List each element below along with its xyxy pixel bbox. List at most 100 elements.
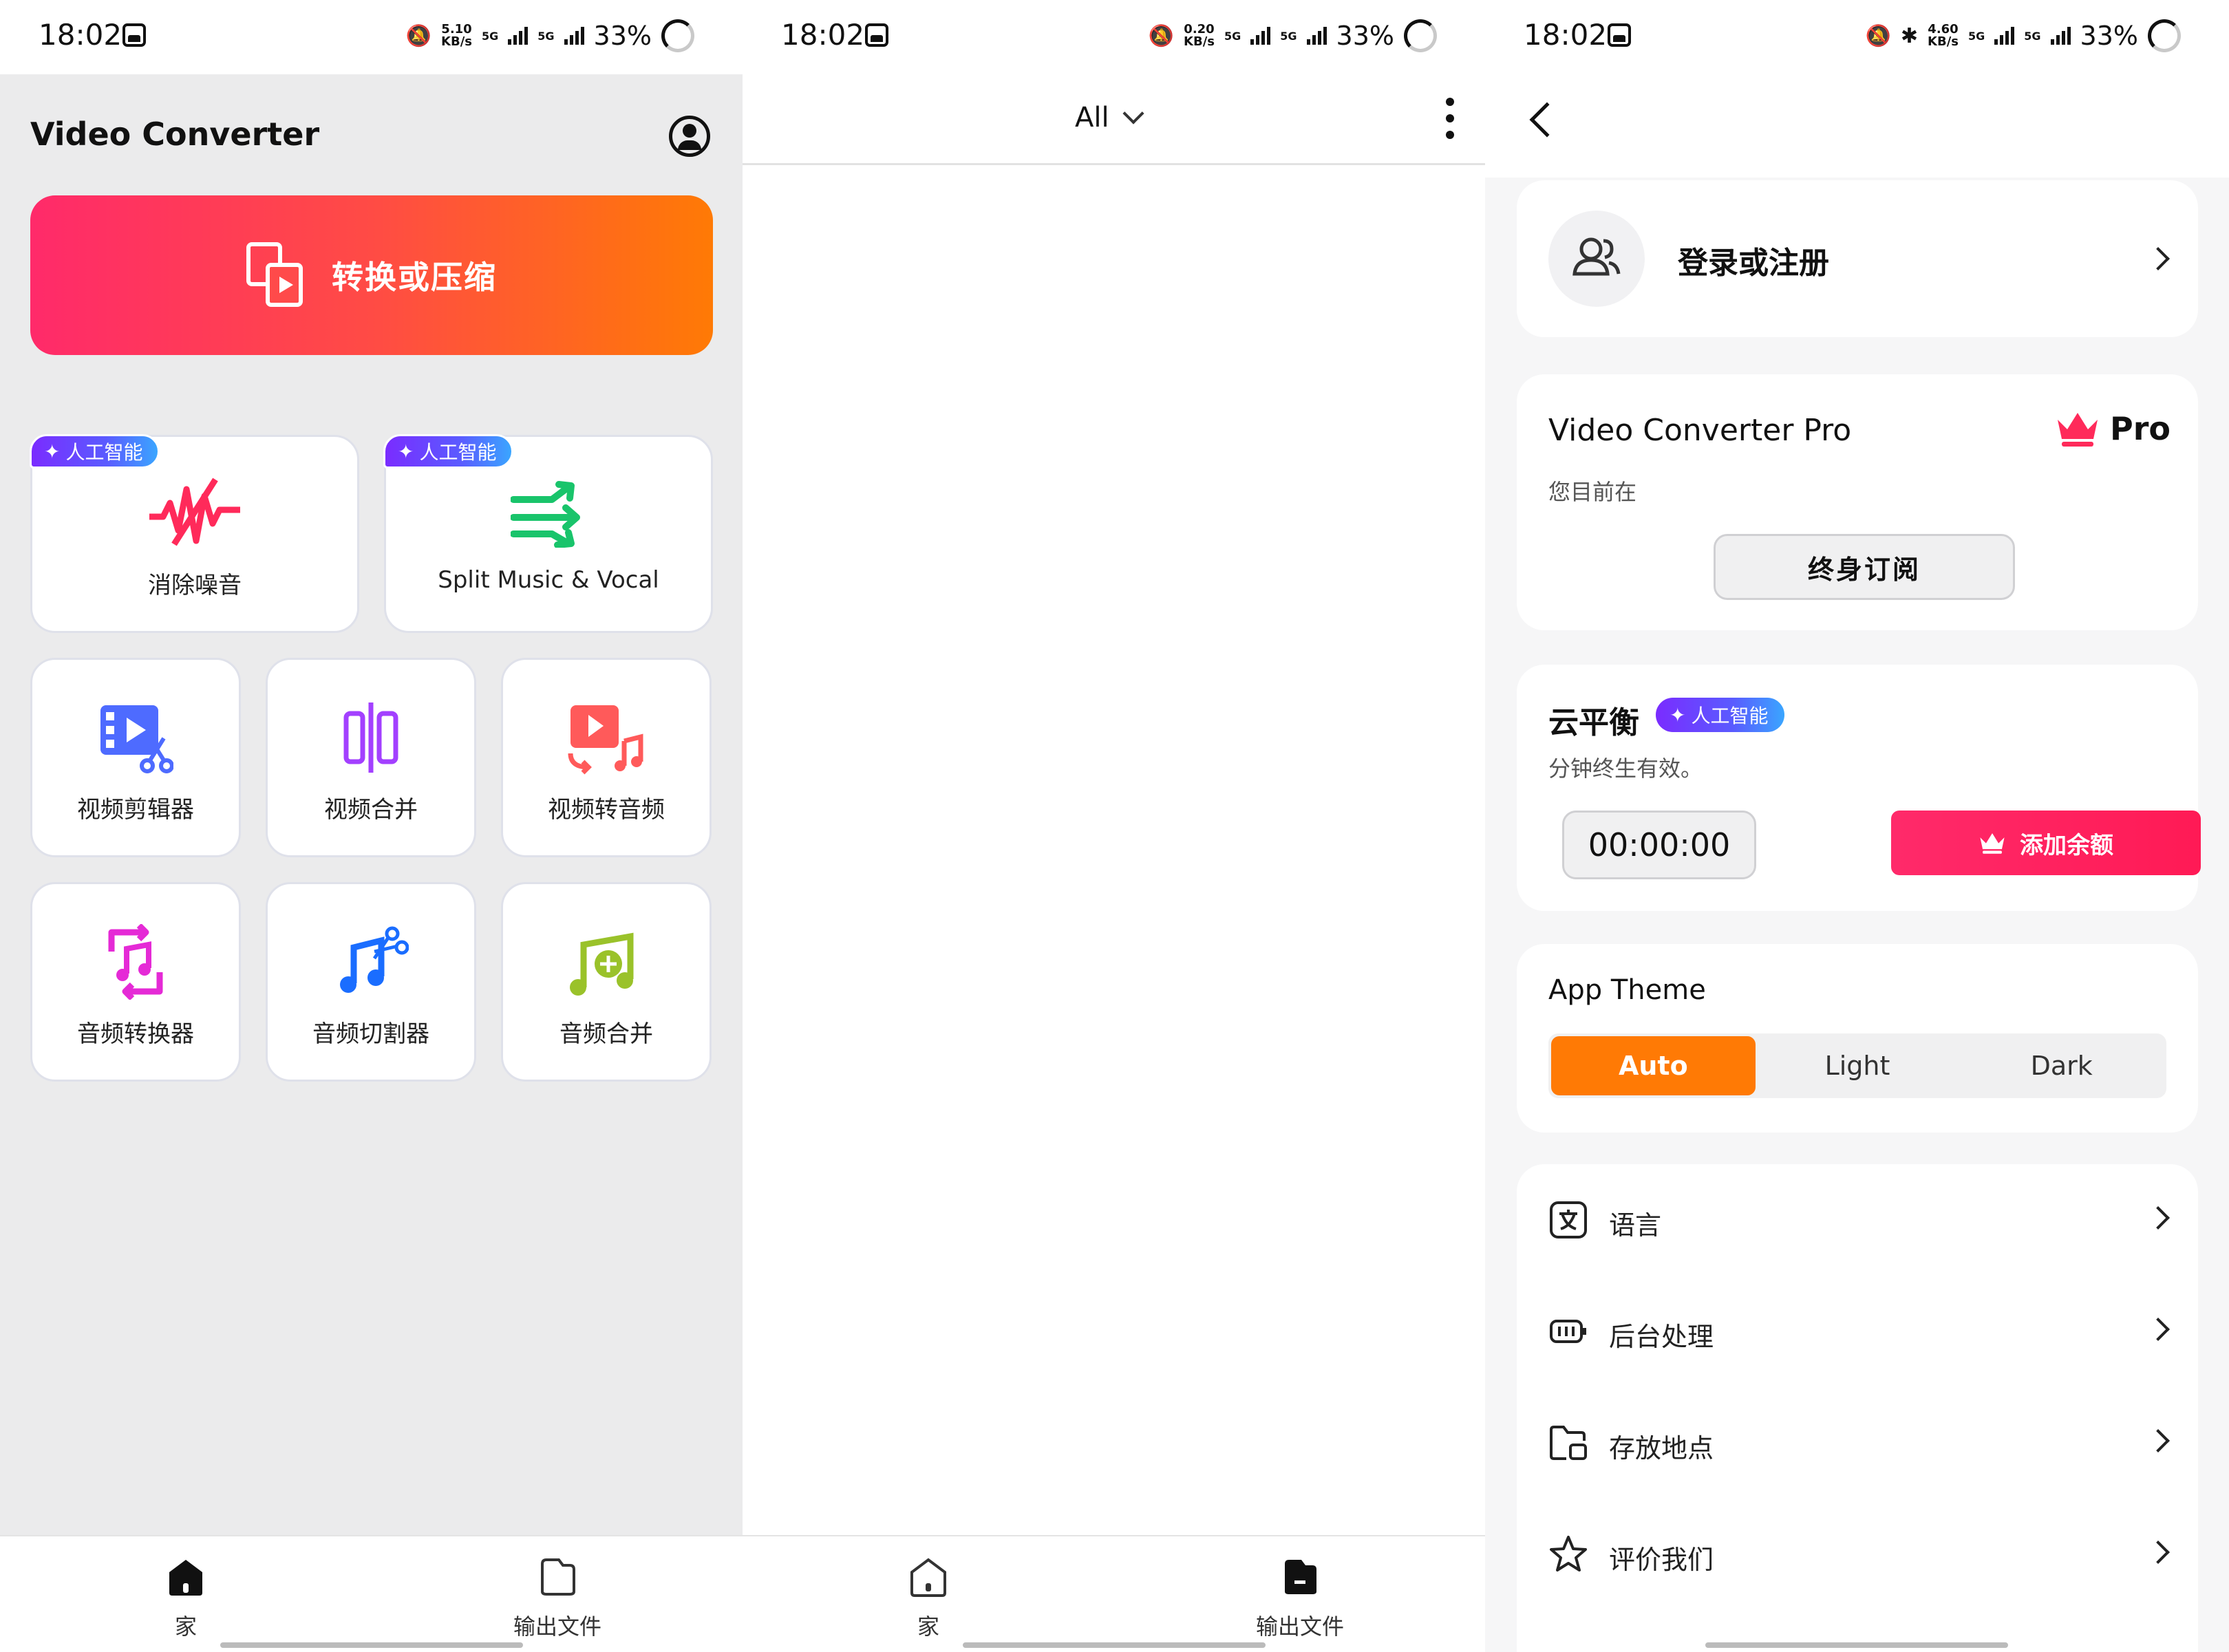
add-balance-button[interactable]: 添加余额 (1891, 811, 2201, 875)
video-to-audio-icon (565, 700, 648, 775)
menu-language[interactable]: 语言 (1517, 1164, 2198, 1276)
audio-converter-icon (98, 924, 173, 1000)
login-card[interactable]: 登录或注册 (1517, 180, 2198, 337)
menu-storage-location[interactable]: 存放地点 (1517, 1387, 2198, 1499)
gallery-notification-icon (122, 23, 146, 47)
home-screen: 18:02 🔕 5.10 KB/s 5G 5G 33% Video Convert… (0, 0, 743, 1652)
gesture-bar (1705, 1642, 2008, 1648)
battery-level: 33% (593, 21, 652, 51)
tool-split-music-vocal[interactable]: ✦ 人工智能 Split Music & Vocal (383, 434, 713, 633)
battery-ring-icon (1404, 19, 1437, 52)
gesture-bar (963, 1642, 1266, 1648)
tool-video-to-audio-label: 视频转音频 (548, 796, 665, 824)
pro-badge: Pro (2055, 409, 2171, 449)
nav-output[interactable]: 输出文件 (1197, 1557, 1403, 1641)
signal-icon (508, 27, 529, 45)
folder-icon (1550, 1426, 1587, 1460)
nav-output-label: 输出文件 (513, 1613, 601, 1640)
nav-home[interactable]: 家 (825, 1557, 1032, 1641)
filter-label: All (1075, 102, 1109, 133)
bottom-nav: 家 输出文件 (743, 1535, 1485, 1652)
tool-audio-merge[interactable]: 音频合并 (501, 882, 712, 1082)
signal-icon-2 (564, 27, 584, 45)
convert-icon (246, 242, 306, 308)
user-avatar-icon (1548, 211, 1645, 307)
settings-header (1485, 74, 2229, 178)
nav-home[interactable]: 家 (83, 1557, 289, 1641)
tool-split-label: Split Music & Vocal (438, 566, 659, 594)
crown-icon (2057, 413, 2098, 447)
tool-audio-merge-label: 音频合并 (559, 1020, 653, 1048)
network-speed: 4.60 KB/s (1928, 22, 1959, 49)
more-options-icon[interactable] (1444, 98, 1455, 139)
network-type-2: 5G (537, 29, 555, 43)
tool-video-editor-label: 视频剪辑器 (77, 796, 194, 824)
nav-output-label: 输出文件 (1255, 1613, 1344, 1640)
app-title: Video Converter (30, 116, 320, 153)
nav-output[interactable]: 输出文件 (454, 1557, 661, 1641)
chevron-right-icon (2146, 1318, 2170, 1341)
tool-denoise[interactable]: ✦ 人工智能 消除噪音 (30, 434, 359, 633)
menu-rate-label: 评价我们 (1609, 1545, 1714, 1575)
gallery-notification-icon (1608, 23, 1631, 47)
filter-bar: All (743, 74, 1485, 165)
menu-language-label: 语言 (1609, 1210, 1662, 1241)
gesture-bar (220, 1642, 523, 1648)
output-screen: 18:02 🔕 0.20 KB/s 5G 5G 33% All 家 输出文件 (743, 0, 1485, 1652)
settings-screen: 18:02 🔕 ✱ 4.60 KB/s 5G 5G 33% 登录或注册 Video… (1485, 0, 2229, 1652)
profile-button[interactable] (669, 116, 710, 157)
pro-status-text: 您目前在 (1548, 479, 1637, 505)
nav-home-label: 家 (174, 1613, 197, 1640)
tool-video-merge-label: 视频合并 (324, 796, 418, 824)
status-time: 18:02 (1524, 18, 1608, 52)
filter-dropdown[interactable]: All (1075, 102, 1144, 133)
chevron-down-icon (1122, 103, 1144, 125)
home-icon (910, 1558, 946, 1597)
pro-title: Video Converter Pro (1548, 413, 1852, 448)
language-icon (1550, 1201, 1587, 1238)
chevron-right-icon (2146, 1429, 2170, 1452)
menu-background-label: 后台处理 (1609, 1322, 1714, 1352)
split-icon (511, 475, 586, 551)
file-icon (1285, 1560, 1316, 1594)
tool-audio-cutter[interactable]: 音频切割器 (266, 882, 476, 1082)
network-speed: 5.10 KB/s (441, 22, 472, 49)
status-time: 18:02 (39, 18, 122, 52)
tool-video-merge[interactable]: 视频合并 (266, 658, 476, 857)
network-speed: 0.20 KB/s (1184, 22, 1215, 49)
menu-rate-us[interactable]: 评价我们 (1517, 1499, 2198, 1610)
theme-light-option[interactable]: Light (1756, 1036, 1960, 1095)
lifetime-subscription-button[interactable]: 终身订阅 (1714, 534, 2015, 600)
audio-cutter-icon (333, 924, 409, 1000)
tool-audio-converter[interactable]: 音频转换器 (30, 882, 241, 1082)
tool-audio-converter-label: 音频转换器 (77, 1020, 194, 1048)
status-time: 18:02 (781, 18, 865, 52)
network-type: 5G (482, 29, 499, 43)
tool-video-to-audio[interactable]: 视频转音频 (501, 658, 712, 857)
cloud-balance-subtitle: 分钟终生有效。 (1548, 755, 1703, 782)
convert-compress-button[interactable]: 转换或压缩 (30, 195, 713, 355)
mute-icon: 🔕 (405, 23, 432, 48)
tool-video-editor[interactable]: 视频剪辑器 (30, 658, 241, 857)
ai-badge: ✦ 人工智能 (1656, 698, 1785, 732)
crown-icon (1980, 833, 2005, 854)
mute-icon: 🔕 (1865, 23, 1891, 48)
login-register-label: 登录或注册 (1678, 246, 1829, 281)
back-arrow-icon[interactable] (1529, 102, 1565, 138)
status-bar: 18:02 🔕 0.20 KB/s 5G 5G 33% (743, 0, 1485, 74)
menu-background-processing[interactable]: 后台处理 (1517, 1276, 2198, 1387)
ai-badge: ✦ 人工智能 (30, 434, 160, 469)
video-merge-icon (343, 700, 398, 775)
menu-storage-label: 存放地点 (1609, 1433, 1714, 1463)
status-bar: 18:02 🔕 5.10 KB/s 5G 5G 33% (0, 0, 743, 74)
theme-dark-option[interactable]: Dark (1959, 1036, 2164, 1095)
cloud-balance-title: 云平衡 (1548, 705, 1639, 740)
settings-menu: 语言 后台处理 存放地点 评价我们 (1517, 1164, 2198, 1652)
bottom-nav: 家 输出文件 (0, 1535, 743, 1652)
gallery-notification-icon (865, 23, 888, 47)
chevron-right-icon (2146, 1206, 2170, 1230)
battery-ring-icon (2148, 19, 2181, 52)
theme-auto-option[interactable]: Auto (1551, 1036, 1756, 1095)
chevron-right-icon (2146, 247, 2170, 270)
signal-icon (1994, 27, 2015, 45)
